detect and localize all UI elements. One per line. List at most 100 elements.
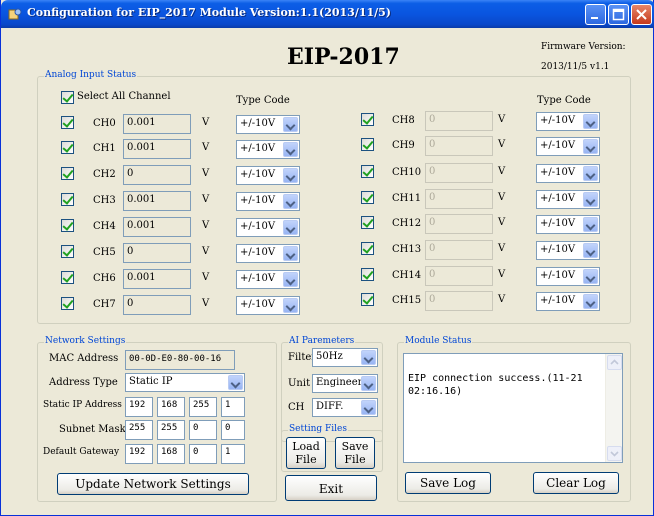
gateway-octet-3[interactable]: 0 — [189, 444, 217, 464]
chevron-down-icon — [361, 376, 376, 391]
channel-15-type-value: +/-10V — [540, 295, 576, 306]
channel-10-type-select[interactable]: +/-10V — [536, 164, 600, 183]
chevron-down-icon — [283, 142, 298, 157]
channel-12-value: 0 — [425, 214, 493, 234]
channel-14-type-value: +/-10V — [540, 270, 576, 281]
module-status-group-label: Module Status — [404, 336, 473, 346]
select-all-checkbox[interactable] — [61, 91, 74, 104]
gateway-octet-1[interactable]: 192 — [125, 444, 153, 464]
subnet-octet-4[interactable]: 0 — [221, 420, 245, 440]
channel-0-checkbox[interactable] — [61, 116, 74, 129]
channel-6-type-value: +/-10V — [240, 273, 276, 284]
channel-10-name: CH10 — [392, 167, 422, 178]
chevron-down-icon — [610, 451, 619, 457]
static-ip-octet-1[interactable]: 192 — [125, 397, 153, 417]
channel-6-value: 0.001 — [123, 269, 191, 289]
clear-log-button[interactable]: Clear Log — [533, 472, 619, 494]
static-ip-octet-4[interactable]: 1 — [221, 397, 245, 417]
channel-3-value: 0.001 — [123, 191, 191, 211]
log-scrollbar[interactable] — [605, 354, 622, 462]
channel-6-checkbox[interactable] — [61, 271, 74, 284]
channel-11-type-select[interactable]: +/-10V — [536, 190, 600, 209]
channel-9-type-select[interactable]: +/-10V — [536, 137, 600, 156]
firmware-label: Firmware Version: — [541, 42, 626, 52]
channel-5-type-select[interactable]: +/-10V — [236, 244, 300, 263]
gateway-octet-2[interactable]: 168 — [157, 444, 185, 464]
channel-4-value: 0.001 — [123, 217, 191, 237]
subnet-octet-1[interactable]: 255 — [125, 420, 153, 440]
channel-15-type-select[interactable]: +/-10V — [536, 292, 600, 311]
minimize-button[interactable] — [585, 4, 606, 25]
channel-6-type-select[interactable]: +/-10V — [236, 270, 300, 289]
chevron-down-icon — [283, 298, 298, 313]
channel-3-type-value: +/-10V — [240, 195, 276, 206]
title-bar[interactable]: Configuration for EIP_2017 Module Versio… — [1, 0, 654, 28]
ch-select[interactable]: DIFF. — [312, 398, 378, 417]
subnet-octet-2[interactable]: 255 — [157, 420, 185, 440]
static-ip-label: Static IP Address — [43, 400, 122, 410]
log-text: EIP connection success.(11-21 02:16.16) — [408, 373, 589, 397]
channel-13-type-select[interactable]: +/-10V — [536, 241, 600, 260]
channel-1-type-select[interactable]: +/-10V — [236, 140, 300, 159]
filter-select[interactable]: 50Hz — [312, 348, 378, 367]
channel-0-type-select[interactable]: +/-10V — [236, 115, 300, 134]
channel-4-type-select[interactable]: +/-10V — [236, 218, 300, 237]
channel-0-unit: V — [202, 117, 210, 128]
channel-2-checkbox[interactable] — [61, 167, 74, 180]
address-type-label: Address Type — [49, 377, 118, 388]
channel-14-unit: V — [498, 269, 506, 280]
module-status-log[interactable]: EIP connection success.(11-21 02:16.16) — [403, 353, 623, 463]
maximize-button[interactable] — [608, 4, 629, 25]
close-button[interactable] — [631, 4, 652, 25]
channel-11-type-value: +/-10V — [540, 193, 576, 204]
channel-9-checkbox[interactable] — [361, 138, 374, 151]
app-icon — [8, 8, 22, 20]
chevron-down-icon — [283, 272, 298, 287]
channel-8-type-select[interactable]: +/-10V — [536, 112, 600, 131]
firmware-value: 2013/11/5 v1.1 — [541, 62, 610, 72]
scroll-down-button[interactable] — [607, 446, 622, 461]
channel-7-type-value: +/-10V — [240, 299, 276, 310]
chevron-down-icon — [228, 375, 243, 390]
channel-5-checkbox[interactable] — [61, 245, 74, 258]
channel-15-checkbox[interactable] — [361, 293, 374, 306]
gateway-octet-4[interactable]: 1 — [221, 444, 245, 464]
subnet-octet-3[interactable]: 0 — [189, 420, 217, 440]
channel-13-name: CH13 — [392, 244, 422, 255]
channel-15-value: 0 — [425, 291, 493, 311]
select-all-label: Select All Channel — [77, 91, 171, 102]
static-ip-octet-3[interactable]: 255 — [189, 397, 217, 417]
exit-button[interactable]: Exit — [285, 475, 377, 501]
channel-14-checkbox[interactable] — [361, 268, 374, 281]
channel-3-type-select[interactable]: +/-10V — [236, 192, 300, 211]
channel-1-checkbox[interactable] — [61, 141, 74, 154]
ch-value: DIFF. — [316, 401, 344, 412]
ai-parameters-group-label: AI Paremeters — [288, 336, 356, 346]
load-file-button[interactable]: Load File — [286, 437, 326, 469]
channel-4-checkbox[interactable] — [61, 219, 74, 232]
channel-12-checkbox[interactable] — [361, 216, 374, 229]
channel-7-checkbox[interactable] — [61, 297, 74, 310]
channel-4-name: CH4 — [93, 221, 116, 232]
save-file-button[interactable]: Save File — [335, 437, 375, 469]
static-ip-octet-2[interactable]: 168 — [157, 397, 185, 417]
address-type-select[interactable]: Static IP — [125, 373, 245, 392]
update-network-settings-button[interactable]: Update Network Settings — [57, 473, 249, 495]
scroll-up-button[interactable] — [607, 355, 622, 370]
channel-7-type-select[interactable]: +/-10V — [236, 296, 300, 315]
channel-7-value: 0 — [123, 295, 191, 315]
channel-8-checkbox[interactable] — [361, 113, 374, 126]
channel-10-checkbox[interactable] — [361, 165, 374, 178]
channel-12-type-select[interactable]: +/-10V — [536, 215, 600, 234]
channel-14-type-select[interactable]: +/-10V — [536, 267, 600, 286]
chevron-down-icon — [583, 243, 598, 258]
channel-2-type-select[interactable]: +/-10V — [236, 166, 300, 185]
channel-10-type-value: +/-10V — [540, 167, 576, 178]
channel-3-checkbox[interactable] — [61, 193, 74, 206]
save-log-button[interactable]: Save Log — [405, 472, 491, 494]
unit-select[interactable]: Engineer — [312, 374, 378, 393]
channel-11-checkbox[interactable] — [361, 191, 374, 204]
channel-13-checkbox[interactable] — [361, 242, 374, 255]
chevron-down-icon — [283, 194, 298, 209]
default-gateway-label: Default Gateway — [43, 447, 120, 457]
